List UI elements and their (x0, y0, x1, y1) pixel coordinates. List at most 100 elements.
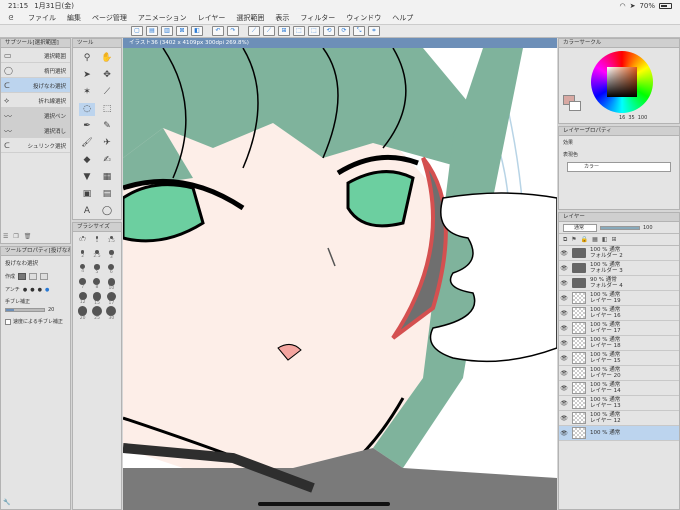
airbrush-tool-icon[interactable]: ✈ (99, 137, 115, 150)
brush-size-preset[interactable]: 6 (106, 264, 117, 275)
subtool-item-selection-pen[interactable]: 〰選択ペン (1, 108, 70, 123)
layer-row[interactable]: 👁 100 % 通常 レイヤー 13 (559, 396, 679, 411)
brush-size-preset[interactable]: 15 (91, 292, 102, 306)
subtool-item-shrink[interactable]: ᑕ シュリンク選択 (1, 138, 70, 153)
new-canvas-icon[interactable]: ▢ (131, 26, 143, 36)
menu-animation[interactable]: アニメーション (138, 13, 187, 23)
eyedropper-tool-icon[interactable]: ⟋ (99, 86, 115, 99)
saturation-value-square[interactable] (607, 67, 637, 97)
antialias-none-icon[interactable]: ● (23, 287, 27, 293)
mask-icon[interactable]: ◧ (602, 236, 608, 243)
invert-selection-icon[interactable]: ⬚ (308, 26, 320, 36)
brush-size-preset[interactable]: 0.7 (77, 236, 88, 247)
blend-mode-select[interactable]: 通常 (563, 223, 597, 232)
brush-size-preset[interactable]: 1.5 (106, 236, 117, 247)
move-layer-icon[interactable]: ✥ (99, 69, 115, 82)
visibility-eye-icon[interactable]: 👁 (559, 325, 569, 332)
lock-icon[interactable]: 🔒 (581, 236, 588, 243)
brush-size-preset[interactable]: 30 (106, 306, 117, 321)
visibility-eye-icon[interactable]: 👁 (559, 385, 569, 392)
zoom-tool-icon[interactable]: ⚲ (79, 52, 95, 65)
lock-transparency-icon[interactable]: ▦ (592, 236, 598, 243)
brush-size-preset[interactable]: 17 (106, 292, 117, 306)
save-icon[interactable]: ▥ (161, 26, 173, 36)
transform-icon[interactable]: ⤡ (353, 26, 365, 36)
layer-row[interactable]: 👁 100 % 通常 レイヤー 14 (559, 381, 679, 396)
undo-icon[interactable]: ↶ (212, 26, 224, 36)
delete-subtool-icon[interactable]: 🗑 (24, 233, 32, 240)
menu-page[interactable]: ページ管理 (92, 13, 127, 23)
brush-size-preset[interactable]: 1 (91, 236, 102, 247)
visibility-eye-icon[interactable]: 👁 (559, 250, 569, 257)
menu-view[interactable]: 表示 (275, 13, 289, 23)
layer-row[interactable]: 👁 90 % 通常 フォルダー 4 (559, 276, 679, 291)
operation-tool-icon[interactable]: ➤ (79, 69, 95, 82)
layer-row[interactable]: 👁 100 % 通常 (559, 426, 679, 441)
wrench-icon[interactable]: 🔧 (3, 499, 10, 506)
menu-help[interactable]: ヘルプ (392, 13, 413, 23)
visibility-eye-icon[interactable]: 👁 (559, 355, 569, 362)
menu-filter[interactable]: フィルター (300, 13, 335, 23)
antialias-weak-icon[interactable]: ● (30, 287, 34, 293)
clip-studio-logo-icon[interactable]: ᘓ (6, 14, 16, 23)
blend-tool-icon[interactable]: ✍ (99, 154, 115, 167)
visibility-eye-icon[interactable]: 👁 (559, 400, 569, 407)
subtool-item-ellipse[interactable]: ◯ 楕円選択 (1, 63, 70, 78)
layer-row[interactable]: 👁 100 % 通常 レイヤー 12 (559, 411, 679, 426)
stabilization-slider[interactable] (5, 308, 45, 312)
brush-size-preset[interactable]: 2.5 (91, 250, 102, 261)
frame-tool-icon[interactable]: ▤ (99, 188, 115, 201)
open-icon[interactable]: ▤ (146, 26, 158, 36)
brush-tool-icon[interactable]: 🖌 (79, 137, 95, 150)
layer-row[interactable]: 👁 100 % 通常 レイヤー 17 (559, 321, 679, 336)
fill-icon[interactable]: ◧ (191, 26, 203, 36)
figure-tool-icon[interactable]: ▣ (79, 188, 95, 201)
menu-window[interactable]: ウィンドウ (346, 13, 381, 23)
speed-stabilization-checkbox[interactable] (5, 318, 11, 325)
expression-color-select[interactable]: カラー (567, 162, 671, 172)
subtool-item-lasso[interactable]: ᑕ 投げなわ選択 (1, 78, 70, 93)
brush-size-preset[interactable]: 5 (91, 264, 102, 275)
sub-color-chip[interactable] (569, 101, 581, 111)
brush-size-preset[interactable]: 8 (91, 278, 102, 290)
visibility-eye-icon[interactable]: 👁 (559, 295, 569, 302)
pen-tool-icon[interactable]: ✒ (79, 120, 95, 133)
wand-tool-icon[interactable]: ✶ (79, 86, 95, 99)
redo-icon[interactable]: ↷ (227, 26, 239, 36)
opacity-slider[interactable] (600, 225, 640, 230)
subtool-item-selection-eraser[interactable]: 〰選択消し (1, 123, 70, 138)
selection-tool-icon[interactable]: ⬚ (99, 103, 115, 116)
subtract-mode-button[interactable] (40, 273, 49, 280)
visibility-eye-icon[interactable]: 👁 (559, 430, 569, 437)
clear-icon[interactable]: ⊠ (176, 26, 188, 36)
snap-special-ruler-icon[interactable]: ⟋ (263, 26, 275, 36)
crop-icon[interactable]: ⌗ (368, 26, 380, 36)
brush-size-preset[interactable]: 25 (91, 306, 102, 321)
artwork[interactable] (123, 48, 557, 510)
subtool-menu-icon[interactable]: ☰ (3, 233, 8, 240)
subtool-item-polyline[interactable]: ⟡ 折れ線選択 (1, 93, 70, 108)
lasso-tool-icon[interactable]: ◌ (79, 103, 95, 116)
menu-layer[interactable]: レイヤー (198, 13, 226, 23)
text-tool-icon[interactable]: A (79, 205, 95, 218)
brush-size-preset[interactable]: 3 (106, 250, 117, 261)
layer-row[interactable]: 👁 100 % 通常 レイヤー 20 (559, 366, 679, 381)
brush-size-preset[interactable]: 12 (77, 292, 88, 305)
brush-size-preset[interactable]: 20 (77, 306, 88, 321)
snap-grid-icon[interactable]: ⊞ (278, 26, 290, 36)
visibility-eye-icon[interactable]: 👁 (559, 370, 569, 377)
menu-file[interactable]: ファイル (28, 13, 56, 23)
reference-icon[interactable]: ⚑ (571, 236, 576, 243)
brush-size-preset[interactable]: 4 (77, 264, 88, 275)
menu-selection[interactable]: 選択範囲 (236, 13, 264, 23)
canvas-tab[interactable]: イラスト36 (3402 x 4109px 300dpi 269.8%) (123, 38, 557, 48)
layer-row[interactable]: 👁 100 % 通常 レイヤー 18 (559, 336, 679, 351)
layer-row[interactable]: 👁 100 % 通常 フォルダー 3 (559, 261, 679, 276)
creation-mode-button[interactable] (18, 273, 27, 280)
rotate-right-icon[interactable]: ⟳ (338, 26, 350, 36)
layer-row[interactable]: 👁 100 % 通常 フォルダー 2 (559, 246, 679, 261)
copy-subtool-icon[interactable]: ❐ (13, 233, 18, 240)
fill-tool-icon[interactable]: ▼ (79, 171, 95, 184)
layer-row[interactable]: 👁 100 % 通常 レイヤー 19 (559, 291, 679, 306)
clip-icon[interactable]: ⧉ (563, 236, 567, 244)
